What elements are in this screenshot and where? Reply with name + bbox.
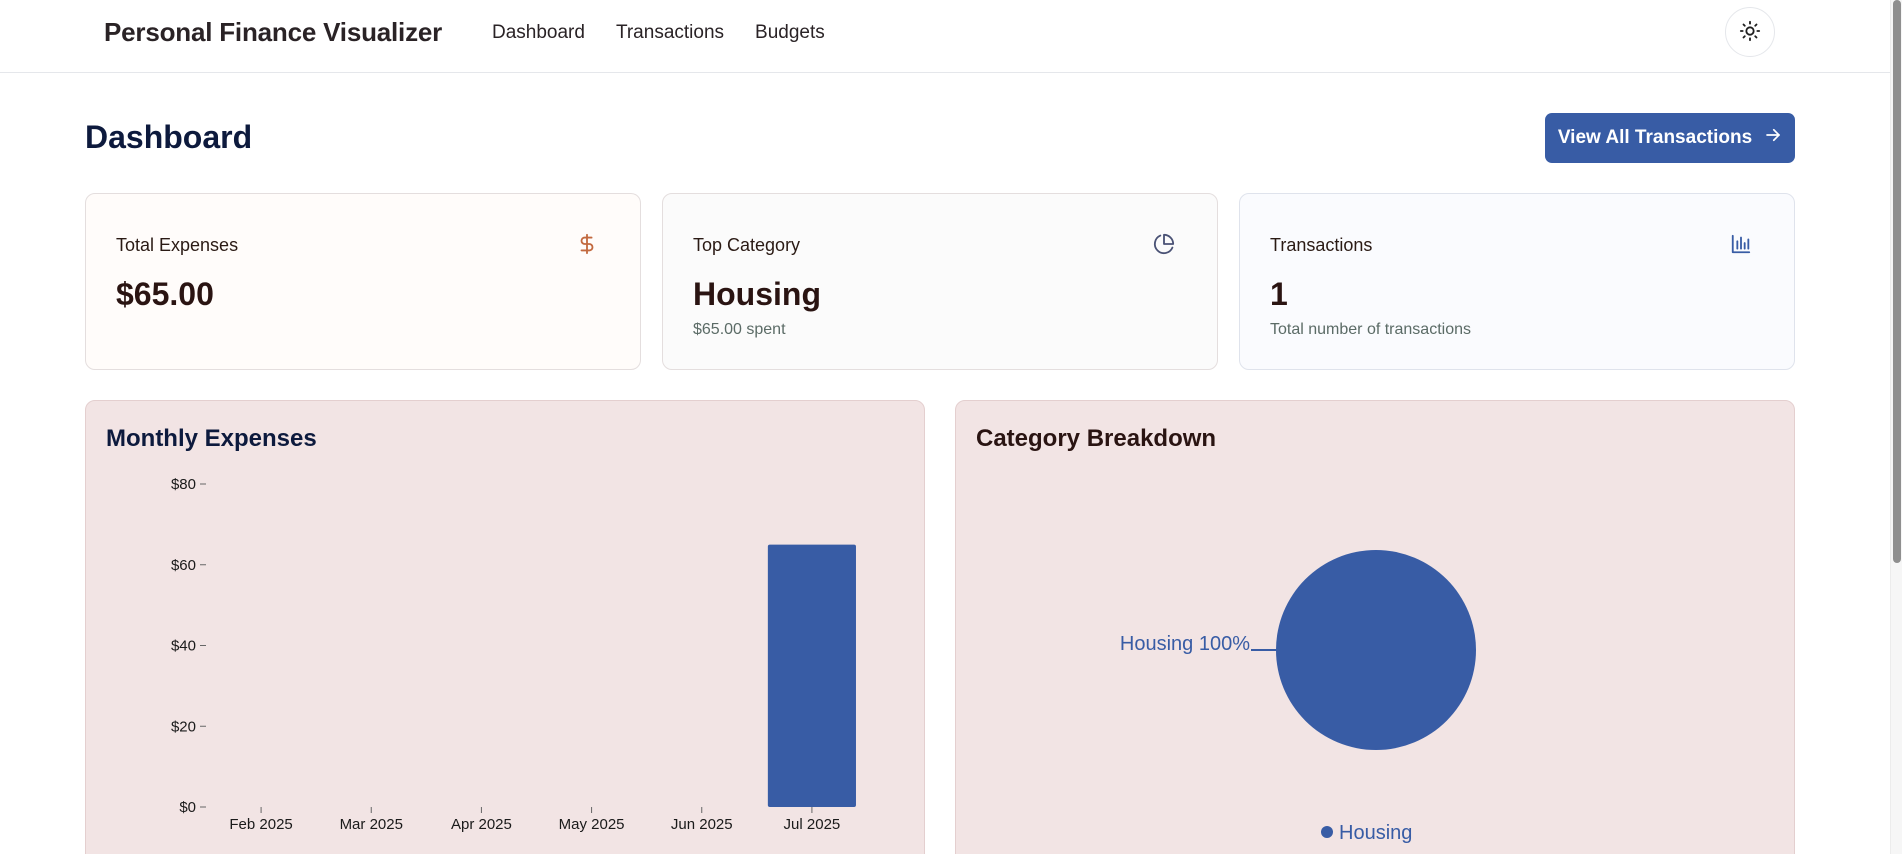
monthly-expenses-panel: Monthly Expenses $0 $20 $40 $60 $80 Feb 2025 M… [85, 400, 925, 854]
app-brand[interactable]: Personal Finance Visualizer [104, 17, 442, 48]
pie-chart-icon [1152, 232, 1176, 256]
category-breakdown-chart: Housing 100% Housing [1120, 550, 1476, 844]
view-all-transactions-button[interactable]: View All Transactions [1545, 113, 1795, 163]
x-axis-tick-label: Apr 2025 [451, 816, 512, 833]
x-axis-tick-label: Feb 2025 [229, 816, 292, 833]
y-axis-tick-label: $60 [171, 557, 196, 574]
y-axis-tick-label: $20 [171, 718, 196, 735]
x-axis-tick-label: Jul 2025 [784, 816, 841, 833]
category-breakdown-panel: Category Breakdown Housing 100% Housing [955, 400, 1795, 854]
stat-value: $65.00 [116, 276, 214, 312]
main-nav: Dashboard Transactions Budgets [492, 22, 825, 44]
stat-label: Top Category [693, 235, 801, 255]
top-category-card: Top Category Housing $65.00 spent [662, 193, 1218, 370]
y-axis-tick-label: $0 [179, 799, 196, 816]
x-axis-tick-label: Mar 2025 [340, 816, 403, 833]
theme-toggle-button[interactable] [1725, 7, 1775, 57]
legend-swatch [1321, 826, 1333, 838]
bar[interactable] [767, 544, 856, 807]
dollar-icon [575, 232, 599, 256]
stat-label: Total Expenses [116, 235, 239, 255]
stat-subtext: Total number of transactions [1270, 321, 1471, 338]
stat-label: Transactions [1270, 235, 1373, 255]
stat-value: 1 [1270, 276, 1288, 312]
x-axis-tick-label: May 2025 [559, 816, 625, 833]
nav-link-transactions[interactable]: Transactions [616, 22, 724, 44]
y-axis-tick-label: $80 [171, 476, 196, 493]
legend-label: Housing [1339, 822, 1412, 844]
pie-slice[interactable] [1276, 550, 1476, 750]
view-all-transactions-label: View All Transactions [1557, 127, 1753, 148]
x-axis-tick-label: Jun 2025 [671, 816, 733, 833]
stat-value: Housing [693, 276, 821, 312]
page-title: Dashboard [85, 119, 253, 155]
top-navigation-bar: Personal Finance Visualizer Dashboard Tr… [0, 0, 1890, 73]
pie-slice-label: Housing 100% [1120, 633, 1250, 655]
total-expenses-card: Total Expenses $65.00 [85, 193, 641, 370]
bar-chart-icon [1729, 232, 1753, 256]
stat-subtext: $65.00 spent [693, 321, 786, 338]
y-axis-tick-label: $40 [171, 638, 196, 655]
arrow-right-icon [1764, 126, 1782, 150]
monthly-expenses-chart: $0 $20 $40 $60 $80 Feb 2025 Mar 2025 Apr 2025 Ma… [171, 476, 856, 833]
nav-link-budgets[interactable]: Budgets [755, 22, 825, 44]
page-scrollbar[interactable] [1890, 0, 1902, 854]
sun-icon [1739, 20, 1761, 45]
scrollbar-thumb[interactable] [1893, 0, 1901, 563]
nav-link-dashboard[interactable]: Dashboard [492, 22, 585, 44]
transactions-count-card: Transactions 1 Total number of transacti… [1239, 193, 1795, 370]
